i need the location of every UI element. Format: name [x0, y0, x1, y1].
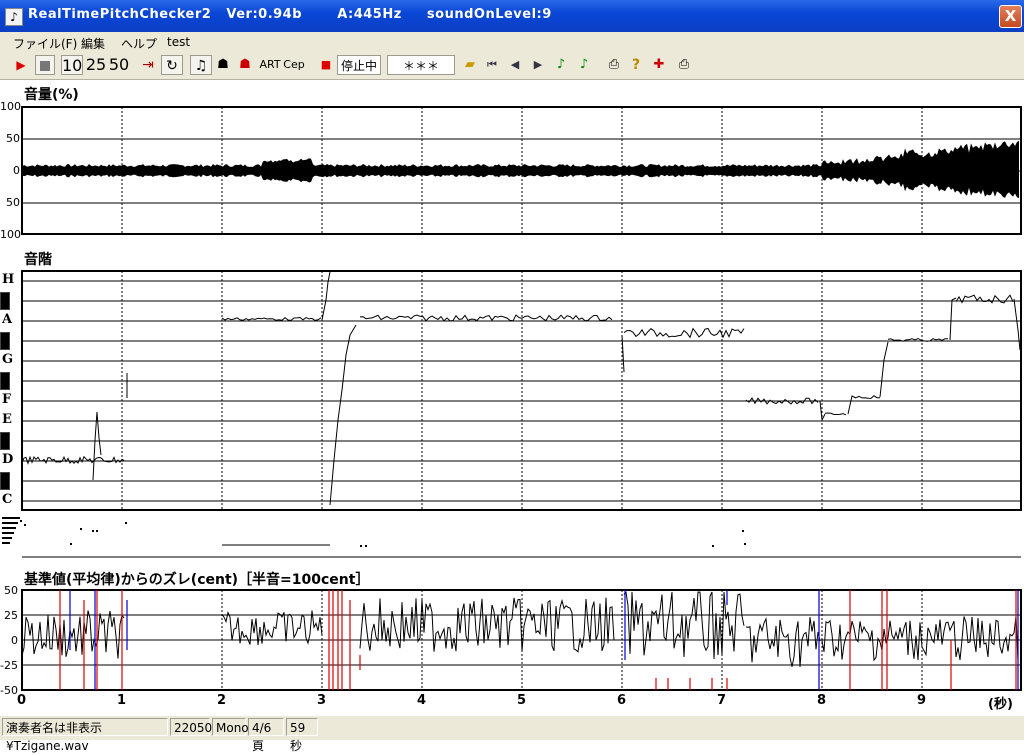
onset-dot — [365, 545, 367, 547]
onset-key-mark — [2, 532, 14, 534]
status-channels: Mono — [212, 718, 249, 736]
onset-dot — [96, 530, 98, 532]
status-duration: 59秒 — [286, 718, 318, 753]
onset-key-mark — [2, 537, 12, 539]
onset-dot — [744, 543, 746, 545]
onset-dot — [125, 522, 127, 524]
onset-dot — [70, 543, 72, 545]
onset-dot — [80, 528, 82, 530]
status-file: 演奏者名は非表示¥Tzigane.wav — [2, 718, 168, 753]
status-bar: 演奏者名は非表示¥Tzigane.wav 22050 Mono 4/6頁 59秒 — [0, 716, 1024, 753]
onset-dot — [742, 530, 744, 532]
status-rate: 22050 — [170, 718, 212, 736]
onset-dot — [92, 530, 94, 532]
onset-key-mark — [2, 517, 20, 519]
onset-key-mark — [2, 542, 10, 544]
onset-key-mark — [2, 522, 18, 524]
onset-dot — [24, 524, 26, 526]
onset-key-mark — [2, 527, 16, 529]
status-page: 4/6頁 — [248, 718, 284, 753]
onset-dot — [20, 520, 22, 522]
analysis-graphs[interactable] — [0, 0, 1024, 716]
onset-dot — [360, 545, 362, 547]
pitch-frame — [21, 270, 1022, 511]
onset-dot — [712, 545, 714, 547]
onset-strip — [0, 513, 1024, 557]
